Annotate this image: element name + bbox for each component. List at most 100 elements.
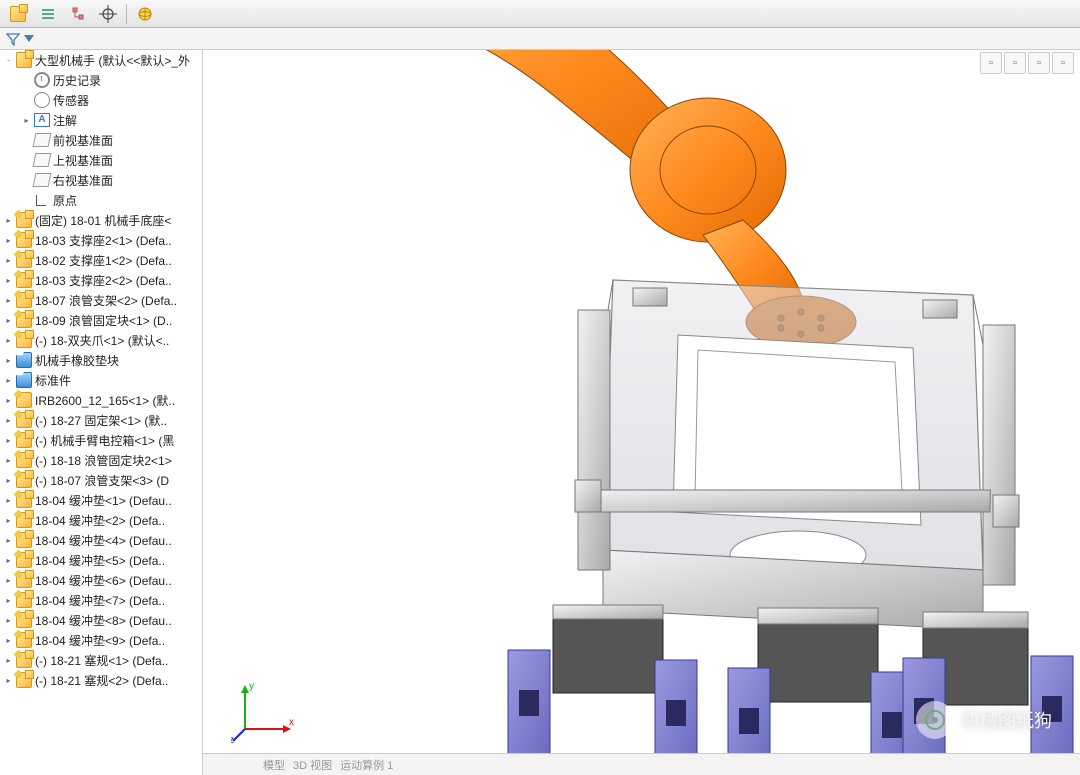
tree-node[interactable]: 传感器 [0, 90, 202, 110]
tree-expander[interactable]: ▸ [4, 456, 13, 465]
tree-node-label: 上视基准面 [53, 152, 113, 169]
tree-expander[interactable]: - [4, 56, 13, 65]
tree-expander[interactable]: ▸ [4, 256, 13, 265]
tree-expander[interactable]: ▸ [4, 516, 13, 525]
filter-dropdown-icon[interactable] [24, 35, 34, 42]
folder-icon [16, 372, 32, 388]
edit-pencil-icon [14, 470, 24, 480]
tree-node[interactable]: ▸(-) 18-07 浪管支架<3> (D [0, 470, 202, 490]
tree-node[interactable]: ▸(-) 18-21 塞规<2> (Defa.. [0, 670, 202, 690]
tree-node[interactable]: ▸ IRB2600_12_165<1> (默.. [0, 390, 202, 410]
assembly-icon [16, 512, 32, 528]
tab-motion[interactable]: 运动算例 1 [340, 757, 393, 773]
toolbar-btn-list[interactable] [34, 2, 62, 26]
tree-expander[interactable]: ▸ [4, 236, 13, 245]
tree-root-node[interactable]: -大型机械手 (默认<<默认>_外 [0, 50, 202, 70]
tree-node[interactable]: 上视基准面 [0, 150, 202, 170]
assembly-icon [16, 472, 32, 488]
tree-expander[interactable]: ▸ [4, 336, 13, 345]
tree-expander[interactable] [22, 136, 31, 145]
tree-node[interactable]: ▸(-) 18-27 固定架<1> (默.. [0, 410, 202, 430]
tree-expander[interactable]: ▸ [4, 276, 13, 285]
tree-node[interactable]: ▸18-04 缓冲垫<1> (Defau.. [0, 490, 202, 510]
toolbar-btn-assembly[interactable] [4, 2, 32, 26]
folder-icon [16, 352, 32, 368]
tree-node[interactable]: ▸ (-) 机械手臂电控箱<1> (黑 [0, 430, 202, 450]
tree-node[interactable]: ▸(固定) 18-01 机械手底座< [0, 210, 202, 230]
tree-node[interactable]: ▸(-) 18-21 塞规<1> (Defa.. [0, 650, 202, 670]
tree-node-label: 18-04 缓冲垫<8> (Defau.. [35, 612, 172, 629]
tree-node[interactable]: ▸ 18-03 支撑座2<2> (Defa.. [0, 270, 202, 290]
tree-expander[interactable] [22, 196, 31, 205]
tree-expander[interactable]: ▸ [4, 376, 13, 385]
tree-node[interactable]: ▸ 18-04 缓冲垫<4> (Defau.. [0, 530, 202, 550]
tree-node-label: IRB2600_12_165<1> (默.. [35, 392, 175, 409]
tree-expander[interactable]: ▸ [4, 216, 13, 225]
tree-expander[interactable]: ▸ [4, 356, 13, 365]
edit-pencil-icon [14, 550, 24, 560]
tree-config-icon [70, 6, 86, 22]
tree-expander[interactable]: ▸ [4, 416, 13, 425]
tree-node[interactable]: 前视基准面 [0, 130, 202, 150]
tree-expander[interactable] [22, 76, 31, 85]
tree-node[interactable]: 原点 [0, 190, 202, 210]
tree-expander[interactable]: ▸ [4, 576, 13, 585]
tree-node-label: 18-04 缓冲垫<5> (Defa.. [35, 552, 165, 569]
tree-expander[interactable] [22, 156, 31, 165]
tree-expander[interactable] [22, 96, 31, 105]
tree-node[interactable]: ▸18-04 缓冲垫<7> (Defa.. [0, 590, 202, 610]
tree-expander[interactable]: ▸ [4, 296, 13, 305]
edit-pencil-icon [14, 450, 24, 460]
tree-node[interactable]: ▸ 18-04 缓冲垫<5> (Defa.. [0, 550, 202, 570]
tree-expander[interactable]: ▸ [4, 676, 13, 685]
tree-node[interactable]: ▸18-02 支撑座1<2> (Defa.. [0, 250, 202, 270]
tree-node[interactable]: ▸(-) 18-双夹爪<1> (默认<.. [0, 330, 202, 350]
tree-expander[interactable]: ▸ [4, 396, 13, 405]
feature-tree[interactable]: -大型机械手 (默认<<默认>_外历史记录传感器▸A注解前视基准面上视基准面右视… [0, 50, 202, 775]
assembly-icon [16, 572, 32, 588]
tree-node[interactable]: ▸ 18-04 缓冲垫<6> (Defau.. [0, 570, 202, 590]
tree-expander[interactable]: ▸ [4, 496, 13, 505]
tree-node[interactable]: ▸18-09 浪管固定块<1> (D.. [0, 310, 202, 330]
tab-model[interactable]: 模型 [263, 757, 285, 773]
tree-node-label: 18-04 缓冲垫<4> (Defau.. [35, 532, 172, 549]
tree-expander[interactable]: ▸ [4, 636, 13, 645]
tree-node[interactable]: ▸ 标准件 [0, 370, 202, 390]
tree-expander[interactable]: ▸ [4, 596, 13, 605]
tree-node[interactable]: ▸机械手橡胶垫块 [0, 350, 202, 370]
tree-expander[interactable] [22, 176, 31, 185]
toolbar-btn-target[interactable] [94, 2, 122, 26]
tree-node-label: 18-03 支撑座2<2> (Defa.. [35, 272, 172, 289]
view-triad[interactable]: y x z [231, 673, 303, 745]
toolbar-btn-appearance[interactable] [131, 2, 159, 26]
toolbar-btn-tree[interactable] [64, 2, 92, 26]
tree-node-label: (-) 18-18 浪管固定块2<1> [35, 452, 172, 469]
tree-node[interactable]: ▸ (-) 18-18 浪管固定块2<1> [0, 450, 202, 470]
tree-node[interactable]: ▸18-04 缓冲垫<2> (Defa.. [0, 510, 202, 530]
tree-node-label: 18-03 支撑座2<1> (Defa.. [35, 232, 172, 249]
tree-node[interactable]: 历史记录 [0, 70, 202, 90]
watermark-text: 机械图纸狗 [962, 707, 1052, 733]
plane-icon [33, 153, 52, 167]
filter-funnel-icon[interactable] [6, 32, 20, 46]
tree-node[interactable]: ▸18-07 浪管支架<2> (Defa.. [0, 290, 202, 310]
tree-node-label: 18-04 缓冲垫<6> (Defau.. [35, 572, 172, 589]
tree-node[interactable]: ▸ 18-03 支撑座2<1> (Defa.. [0, 230, 202, 250]
tree-node-label: 标准件 [35, 372, 71, 389]
tree-node[interactable]: 右视基准面 [0, 170, 202, 190]
tree-node[interactable]: ▸A注解 [0, 110, 202, 130]
tree-expander[interactable]: ▸ [4, 616, 13, 625]
tab-3dview[interactable]: 3D 视图 [293, 757, 332, 773]
tree-expander[interactable]: ▸ [4, 476, 13, 485]
3d-viewport[interactable]: ▫ ▫ ▫ ▫ [203, 50, 1080, 775]
tree-node-label: (-) 机械手臂电控箱<1> (黑 [35, 432, 174, 449]
edit-pencil-icon [14, 590, 24, 600]
tree-node[interactable]: ▸ 18-04 缓冲垫<8> (Defau.. [0, 610, 202, 630]
tree-expander[interactable]: ▸ [4, 436, 13, 445]
tree-expander[interactable]: ▸ [4, 556, 13, 565]
tree-node[interactable]: ▸18-04 缓冲垫<9> (Defa.. [0, 630, 202, 650]
tree-expander[interactable]: ▸ [4, 316, 13, 325]
tree-expander[interactable]: ▸ [4, 656, 13, 665]
tree-expander[interactable]: ▸ [4, 536, 13, 545]
tree-expander[interactable]: ▸ [22, 116, 31, 125]
